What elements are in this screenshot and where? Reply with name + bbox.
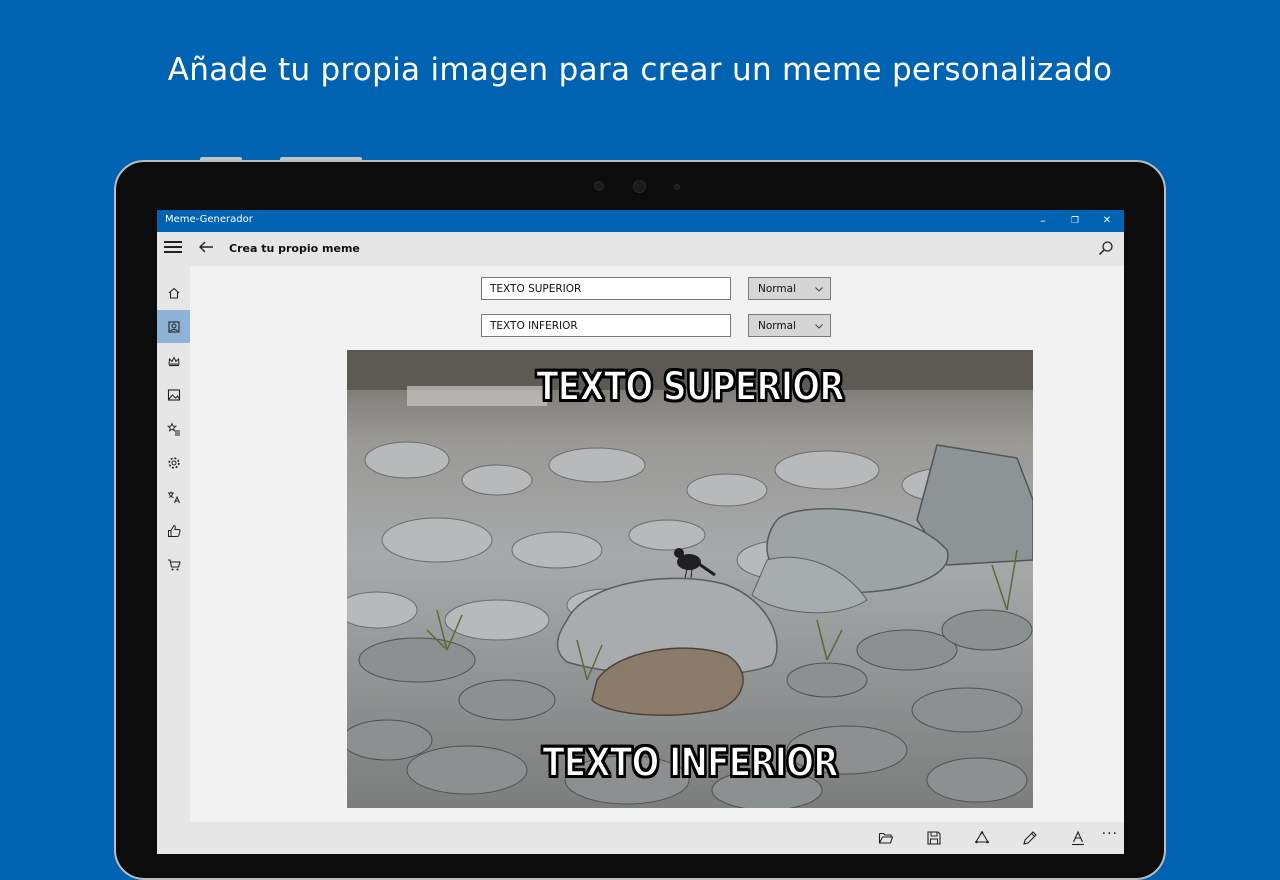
window-title: Meme-Generador [165, 214, 253, 225]
search-icon[interactable] [1098, 240, 1114, 256]
meme-editor: TEXTO SUPERIOR Normal TEXTO INFERIOR Nor… [190, 266, 1124, 822]
gear-icon [167, 456, 180, 469]
bottom-text-style-value: Normal [758, 320, 796, 332]
sidebar-item-premium[interactable] [157, 344, 190, 377]
share-icon [975, 830, 989, 844]
pencil-icon [1023, 831, 1037, 845]
font-icon [1072, 830, 1084, 846]
back-arrow-icon[interactable] [197, 238, 215, 261]
sidebar-item-favorites[interactable] [157, 412, 190, 445]
camera-sensor-icon [594, 181, 604, 191]
draw-button[interactable] [1021, 829, 1039, 847]
restore-button[interactable]: ❐ [1059, 210, 1091, 232]
sidebar-item-store[interactable] [157, 548, 190, 581]
sidebar-item-meme-editor[interactable] [157, 310, 190, 343]
sidebar [157, 266, 190, 854]
sidebar-item-settings[interactable] [157, 446, 190, 479]
share-button[interactable] [973, 829, 991, 847]
minimize-button[interactable]: – [1027, 210, 1059, 232]
chevron-down-icon [815, 324, 823, 329]
language-icon [167, 491, 180, 503]
command-bar: ··· [157, 822, 1124, 854]
save-button[interactable] [925, 829, 943, 847]
app-bar: Crea tu propio meme [157, 232, 1124, 266]
top-text-input[interactable]: TEXTO SUPERIOR [481, 277, 731, 300]
sidebar-item-rate[interactable] [157, 514, 190, 547]
open-folder-icon [878, 832, 894, 844]
meme-preview[interactable]: TEXTO SUPERIOR TEXTO INFERIOR [347, 350, 1033, 808]
image-icon [167, 388, 180, 401]
thumbs-up-icon [167, 524, 181, 537]
meme-editor-icon [167, 320, 180, 333]
close-button[interactable]: ✕ [1091, 210, 1123, 232]
sidebar-item-home[interactable] [157, 276, 190, 309]
top-text-style-select[interactable]: Normal [748, 277, 831, 300]
open-folder-button[interactable] [877, 829, 895, 847]
meme-top-caption: TEXTO SUPERIOR [535, 363, 845, 411]
top-text-style-value: Normal [758, 283, 796, 295]
camera-lens-icon [633, 180, 646, 193]
hamburger-menu-icon[interactable] [164, 241, 182, 255]
sidebar-item-language[interactable] [157, 480, 190, 513]
promo-headline: Añade tu propia imagen para crear un mem… [167, 52, 1113, 88]
bottom-text-style-select[interactable]: Normal [748, 314, 831, 337]
camera-led-icon [674, 184, 680, 190]
app-window: Meme-Generador – ❐ ✕ Crea tu propio meme [157, 210, 1124, 854]
cart-icon [167, 558, 181, 570]
favorites-icon [166, 421, 180, 435]
home-icon [168, 287, 179, 299]
more-options-button[interactable]: ··· [1102, 826, 1118, 842]
save-icon [927, 831, 941, 845]
title-bar: Meme-Generador – ❐ ✕ [157, 210, 1124, 232]
meme-bottom-caption: TEXTO INFERIOR [542, 739, 840, 787]
bottom-text-input[interactable]: TEXTO INFERIOR [481, 314, 731, 337]
font-button[interactable] [1069, 829, 1087, 847]
page-title: Crea tu propio meme [229, 242, 360, 255]
sidebar-item-images[interactable] [157, 378, 190, 411]
crown-icon [167, 355, 180, 366]
chevron-down-icon [815, 287, 823, 292]
